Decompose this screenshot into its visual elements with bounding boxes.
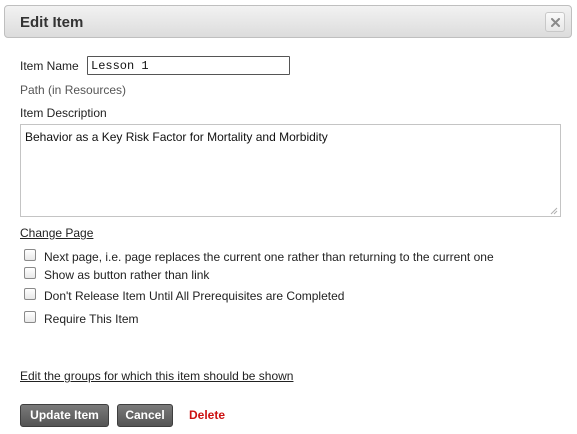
prerequisites-checkbox[interactable] [24, 288, 36, 300]
delete-link[interactable]: Delete [189, 408, 225, 422]
next-page-checkbox[interactable] [24, 249, 36, 261]
require-item-label: Require This Item [44, 312, 139, 326]
resize-grip-icon[interactable] [549, 206, 558, 215]
item-name-input[interactable] [87, 56, 290, 75]
show-as-button-checkbox[interactable] [24, 267, 36, 279]
change-page-link[interactable]: Change Page [20, 226, 93, 240]
edit-item-dialog: Edit Item Item Name Path (in Resources) … [0, 0, 577, 434]
show-as-button-label: Show as button rather than link [44, 268, 210, 282]
item-name-label: Item Name [20, 59, 79, 73]
edit-groups-link[interactable]: Edit the groups for which this item shou… [20, 369, 293, 383]
close-button[interactable] [545, 12, 565, 32]
path-label: Path (in Resources) [20, 83, 127, 97]
next-page-label: Next page, i.e. page replaces the curren… [44, 250, 494, 264]
require-item-checkbox[interactable] [24, 311, 36, 323]
item-description-label: Item Description [20, 106, 107, 120]
dialog-titlebar: Edit Item [4, 5, 572, 38]
dialog-title: Edit Item [20, 14, 84, 31]
item-description-textarea[interactable]: Behavior as a Key Risk Factor for Mortal… [20, 124, 561, 217]
update-item-button[interactable]: Update Item [20, 404, 109, 427]
prerequisites-label: Don't Release Item Until All Prerequisit… [44, 289, 345, 303]
cancel-button[interactable]: Cancel [117, 404, 173, 427]
close-icon [551, 18, 560, 27]
